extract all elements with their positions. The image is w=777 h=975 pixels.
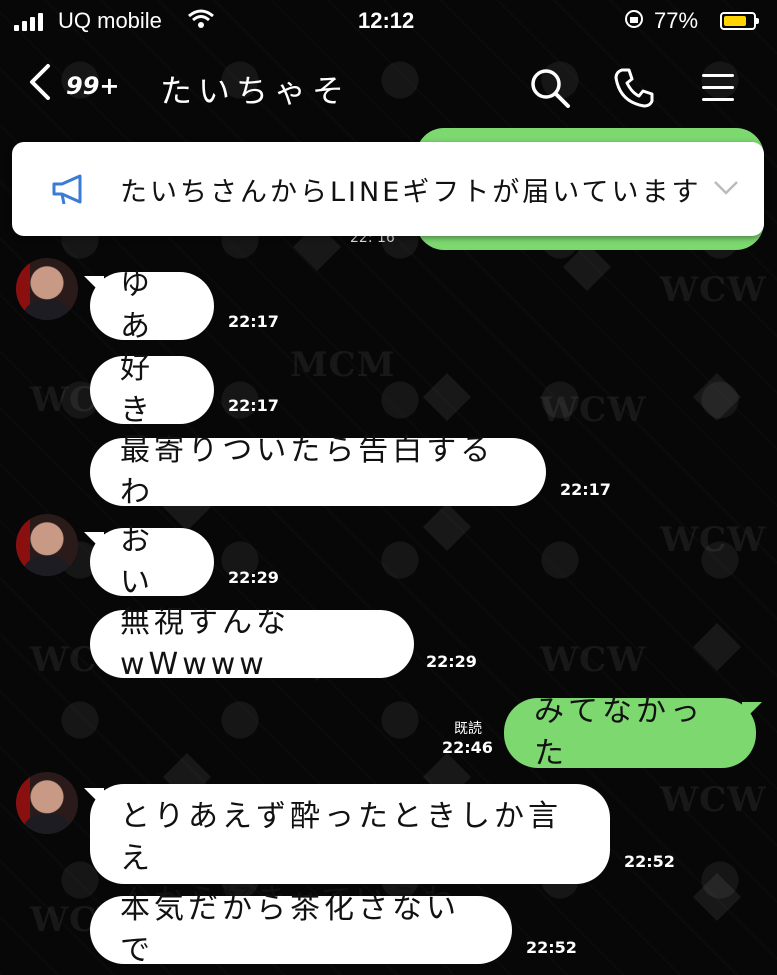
message-text: みてなかった (534, 694, 704, 771)
message-bubble-received: 本気だから茶化さないで (90, 891, 512, 968)
menu-icon[interactable] (696, 66, 740, 110)
avatar[interactable] (16, 514, 78, 576)
message-bubble-received: とりあえず酔ったときしか言え んから好きっていうわ (84, 784, 610, 918)
wallpaper-logo: MCM (290, 345, 396, 385)
message-text: 好き (120, 351, 154, 428)
clock: 12:12 (358, 8, 415, 33)
gift-banner-text: たいちさんからLINEギフトが届いています (120, 177, 702, 208)
megaphone-icon (50, 172, 90, 208)
unread-count[interactable]: 99+ (66, 72, 120, 100)
battery-icon (720, 12, 759, 30)
message-bubble-received: ゆあ (84, 267, 214, 344)
wallpaper-logo: WCW (540, 640, 647, 680)
message-bubble-received: おい (84, 523, 214, 600)
carrier-name: UQ mobile (58, 8, 162, 33)
gift-notification-banner[interactable]: たいちさんからLINEギフトが届いています (12, 142, 764, 236)
message-text: おい (120, 523, 154, 600)
message-bubble-sent: みてなかった (504, 694, 762, 771)
message-time: 22:17 (228, 396, 279, 415)
message-text: 本気だから茶化さないで (120, 891, 460, 968)
message-time: 22:17 (560, 480, 611, 499)
chevron-left-icon[interactable] (26, 62, 54, 109)
message-bubble-received: 最寄りついたら告白するわ (90, 433, 546, 510)
phone-icon[interactable] (612, 66, 656, 110)
message-time: 22:46 (442, 738, 493, 757)
message-time: 22:52 (526, 938, 577, 957)
chat-header: 99+ たいちゃそ (0, 58, 777, 118)
wallpaper-logo: WCW (660, 780, 767, 820)
search-icon[interactable] (528, 66, 572, 110)
wallpaper-logo: WCW (540, 390, 647, 430)
message-time: 22:29 (426, 652, 477, 671)
chat-title: たいちゃそ (160, 72, 351, 110)
battery-percent: 77% (654, 8, 699, 33)
rotation-lock-icon (624, 9, 644, 34)
message-text: 無視すんなwWwww (120, 605, 290, 682)
read-receipt: 既読 (454, 721, 482, 737)
avatar[interactable] (16, 772, 78, 834)
message-text-line: とりあえず酔ったときしか言え (120, 799, 562, 876)
message-time: 22:52 (624, 852, 675, 871)
chevron-down-icon[interactable] (712, 178, 740, 198)
status-bar: UQ mobile 12:12 77% (0, 0, 777, 44)
wallpaper-logo: WCW (660, 270, 767, 310)
message-text: 最寄りついたら告白するわ (120, 433, 495, 510)
avatar[interactable] (16, 258, 78, 320)
message-bubble-received: 好き (90, 351, 214, 428)
message-time: 22:17 (228, 312, 279, 331)
wallpaper-logo: WCW (660, 520, 767, 560)
wifi-icon (188, 9, 214, 35)
message-text: ゆあ (120, 267, 154, 344)
message-bubble-received: 無視すんなwWwww (90, 605, 414, 682)
signal-icon (14, 13, 43, 31)
message-time: 22:29 (228, 568, 279, 587)
